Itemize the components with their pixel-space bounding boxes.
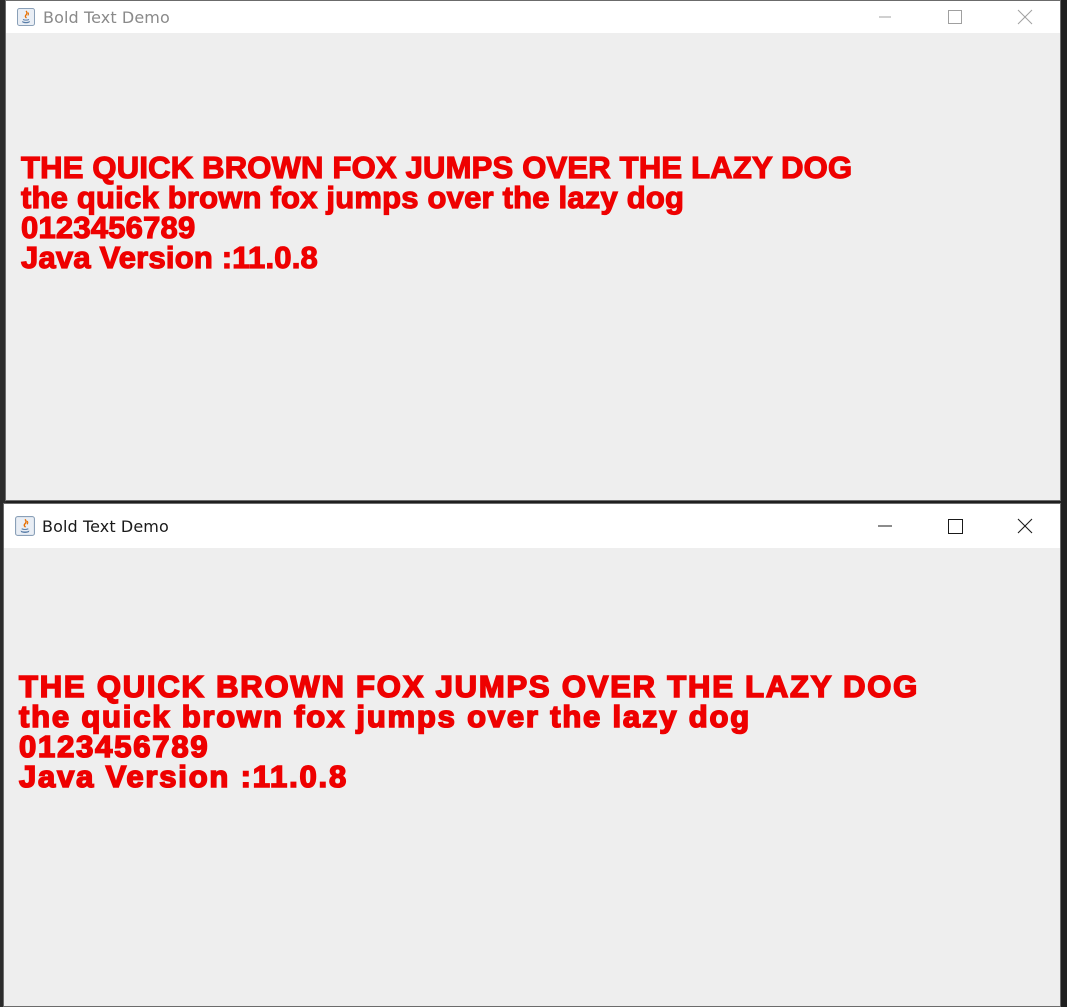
java-icon[interactable] <box>15 6 37 28</box>
bold-text-block: THE QUICK BROWN FOX JUMPS OVER THE LAZY … <box>20 150 853 275</box>
minimize-button[interactable] <box>850 1 920 33</box>
digits-line: 0123456789 <box>20 210 196 245</box>
maximize-icon <box>948 10 962 24</box>
close-icon <box>1017 9 1033 25</box>
close-button[interactable] <box>990 504 1060 548</box>
digits-line: 0123456789 <box>18 729 210 764</box>
title-bar[interactable]: Bold Text Demo <box>6 1 1060 33</box>
close-icon <box>1017 518 1033 534</box>
window-controls <box>850 504 1060 548</box>
maximize-icon <box>947 518 963 534</box>
java-version-line: Java Version :11.0.8 <box>18 759 348 794</box>
title-bar[interactable]: Bold Text Demo <box>4 504 1060 548</box>
maximize-button[interactable] <box>920 504 990 548</box>
window-title: Bold Text Demo <box>43 7 170 27</box>
window-title: Bold Text Demo <box>42 516 169 536</box>
java-icon[interactable] <box>14 515 36 537</box>
maximize-button[interactable] <box>920 1 990 33</box>
content-panel: THE QUICK BROWN FOX JUMPS OVER THE LAZY … <box>4 548 1060 1006</box>
bold-text-demo-window-bottom: Bold Text Demo THE QUICK BROWN FOX JUMPS… <box>3 503 1061 1007</box>
window-controls <box>850 1 1060 33</box>
uppercase-line: THE QUICK BROWN FOX JUMPS OVER THE LAZY … <box>20 150 853 185</box>
lowercase-line: the quick brown fox jumps over the lazy … <box>18 699 751 734</box>
java-version-line: Java Version :11.0.8 <box>20 240 318 275</box>
uppercase-line: THE QUICK BROWN FOX JUMPS OVER THE LAZY … <box>18 669 920 704</box>
bold-text-demo-window-top: Bold Text Demo THE QUICK BROWN FOX JUMPS… <box>5 0 1061 501</box>
bold-text-block: THE QUICK BROWN FOX JUMPS OVER THE LAZY … <box>18 669 920 794</box>
lowercase-line: the quick brown fox jumps over the lazy … <box>20 180 685 215</box>
close-button[interactable] <box>990 1 1060 33</box>
minimize-icon <box>878 525 892 527</box>
minimize-icon <box>879 16 891 18</box>
minimize-button[interactable] <box>850 504 920 548</box>
content-panel: THE QUICK BROWN FOX JUMPS OVER THE LAZY … <box>6 33 1060 500</box>
